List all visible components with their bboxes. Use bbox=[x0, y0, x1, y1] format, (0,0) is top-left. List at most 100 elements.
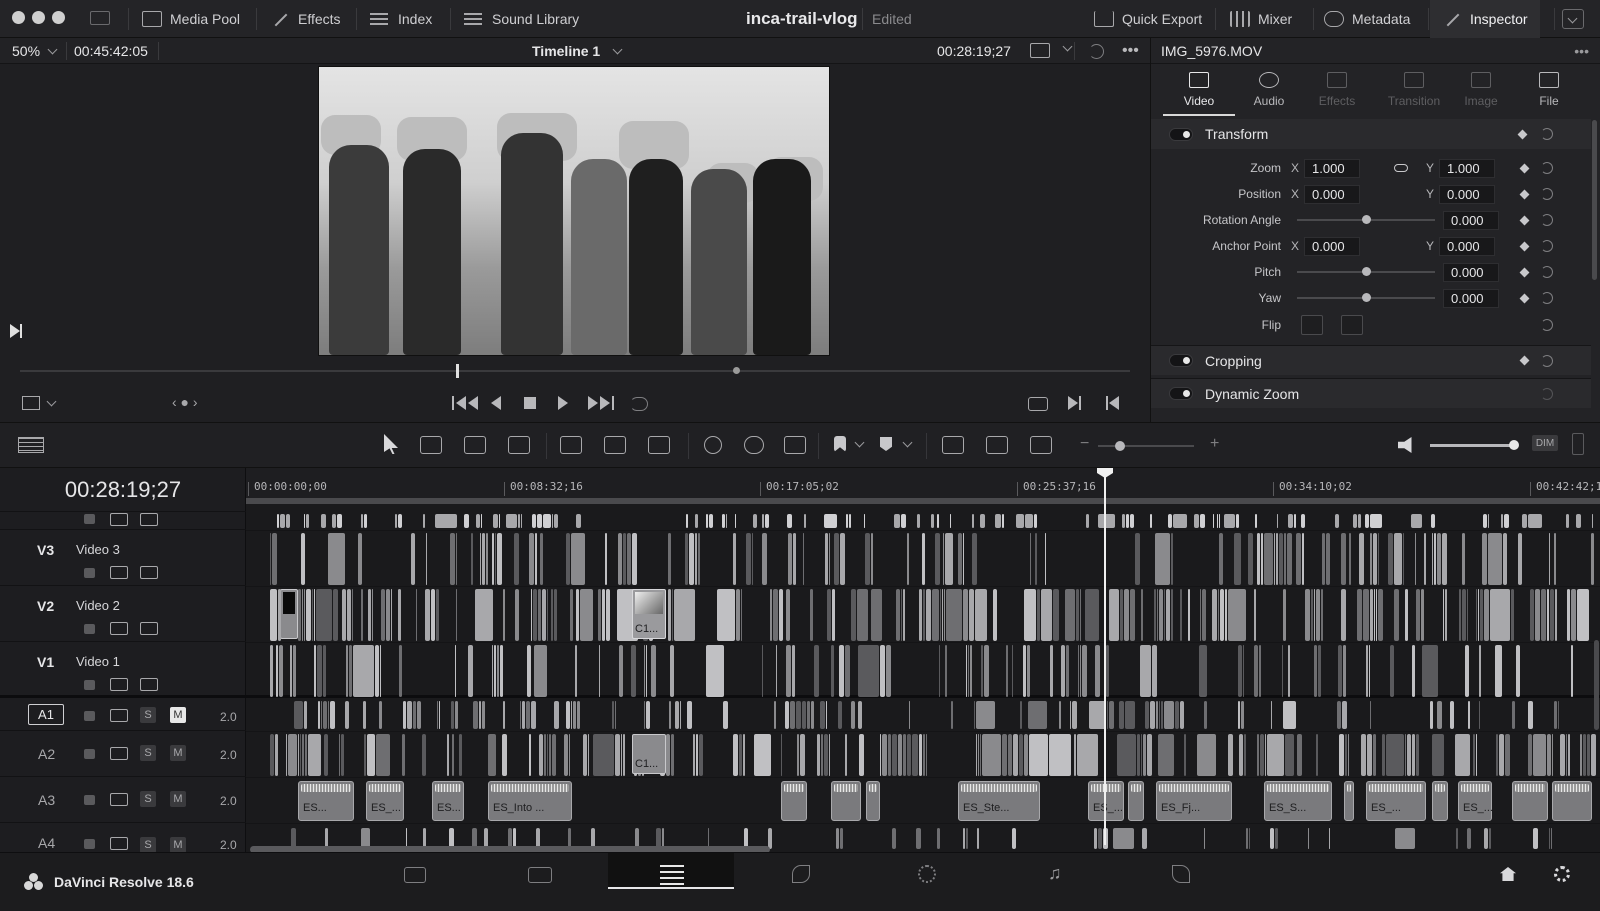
clip-segment[interactable] bbox=[851, 589, 856, 641]
clip-segment[interactable] bbox=[800, 734, 805, 776]
track-visibility-icon[interactable] bbox=[140, 622, 158, 635]
clip-segment[interactable] bbox=[1254, 589, 1256, 641]
solo-button[interactable]: S bbox=[140, 837, 156, 852]
clip-segment[interactable] bbox=[1244, 734, 1246, 776]
clip-segment[interactable] bbox=[580, 589, 593, 641]
clip-segment[interactable] bbox=[1499, 734, 1504, 776]
clip-segment[interactable] bbox=[1142, 828, 1147, 849]
clip-segment[interactable] bbox=[1254, 645, 1258, 697]
clip-segment[interactable] bbox=[423, 514, 425, 528]
clip-segment[interactable] bbox=[824, 734, 828, 776]
zoom-detail-icon[interactable] bbox=[986, 436, 1008, 454]
track-header-a2[interactable]: A2 S M 2.0 bbox=[0, 731, 246, 777]
clip-segment[interactable] bbox=[1455, 734, 1470, 776]
reset-icon[interactable] bbox=[1541, 387, 1553, 400]
track-visibility-icon[interactable] bbox=[140, 566, 158, 579]
clip-segment[interactable] bbox=[270, 645, 273, 697]
tab-audio[interactable]: Audio bbox=[1235, 68, 1303, 112]
audio-clip[interactable] bbox=[831, 781, 861, 821]
clip-segment[interactable] bbox=[1555, 589, 1557, 641]
clip-segment[interactable] bbox=[569, 734, 570, 776]
reset-icon[interactable] bbox=[1541, 188, 1553, 200]
chevron-down-icon[interactable] bbox=[854, 437, 865, 448]
clip-segment[interactable] bbox=[494, 645, 496, 697]
clip-segment[interactable] bbox=[680, 701, 681, 729]
clip-segment[interactable] bbox=[621, 734, 622, 776]
clip-segment[interactable] bbox=[346, 645, 348, 697]
clip-segment[interactable] bbox=[1338, 645, 1342, 697]
clip-segment[interactable] bbox=[926, 589, 931, 641]
mute-button[interactable]: M bbox=[170, 791, 186, 807]
clip-segment[interactable] bbox=[1359, 533, 1364, 585]
clip-segment[interactable] bbox=[1314, 645, 1317, 697]
clip-segment[interactable] bbox=[627, 533, 631, 585]
clip-segment[interactable] bbox=[886, 645, 891, 697]
loop-playback-button[interactable] bbox=[630, 397, 648, 411]
clip-segment[interactable] bbox=[1468, 701, 1470, 729]
previous-edit-button[interactable] bbox=[1106, 396, 1119, 410]
clip-segment[interactable] bbox=[1554, 533, 1556, 585]
clip-segment[interactable] bbox=[1173, 514, 1187, 528]
clip-segment[interactable] bbox=[588, 734, 589, 776]
clip-segment[interactable] bbox=[459, 734, 462, 776]
clip-segment[interactable] bbox=[277, 514, 279, 528]
clip-segment[interactable] bbox=[1006, 645, 1008, 697]
effects-button[interactable]: Effects bbox=[270, 0, 341, 38]
clip-segment[interactable] bbox=[871, 533, 873, 585]
clip-segment[interactable] bbox=[1204, 701, 1207, 729]
keyframe-diamond-icon[interactable] bbox=[1519, 267, 1530, 277]
clip-segment[interactable] bbox=[1421, 589, 1424, 641]
clip-segment[interactable] bbox=[417, 701, 421, 729]
yaw-field[interactable]: 0.000 bbox=[1443, 288, 1499, 308]
clip-segment[interactable] bbox=[1322, 533, 1325, 585]
clip-segment[interactable] bbox=[1412, 645, 1415, 697]
media-pool-button[interactable]: Media Pool bbox=[142, 0, 240, 38]
clip-segment[interactable] bbox=[1376, 589, 1377, 641]
track-header-a4[interactable]: A4 S M 2.0 bbox=[0, 823, 246, 852]
volume-knob[interactable] bbox=[1509, 440, 1519, 450]
tab-image[interactable]: Image bbox=[1447, 68, 1515, 112]
clip-segment[interactable] bbox=[473, 701, 478, 729]
clip-segment[interactable] bbox=[1549, 533, 1550, 585]
clip-segment[interactable] bbox=[1024, 734, 1028, 776]
clip-segment[interactable] bbox=[488, 734, 496, 776]
clip-segment[interactable] bbox=[533, 589, 537, 641]
clip-navigation-control[interactable]: ‹ ● › bbox=[172, 394, 198, 410]
clip-segment[interactable] bbox=[1386, 734, 1404, 776]
clip-segment[interactable] bbox=[1217, 514, 1218, 528]
track-header-v1[interactable]: V1 Video 1 bbox=[0, 642, 246, 698]
chevron-down-icon[interactable] bbox=[1062, 41, 1073, 52]
clip-segment[interactable] bbox=[972, 514, 974, 528]
reset-icon[interactable] bbox=[1541, 266, 1553, 278]
clip-segment[interactable] bbox=[802, 701, 806, 729]
clip-segment[interactable] bbox=[1365, 514, 1369, 528]
clip-segment[interactable] bbox=[1445, 589, 1447, 641]
transform-overlay-icon[interactable] bbox=[22, 396, 40, 410]
track-lane-v4[interactable] bbox=[246, 512, 1600, 530]
clip-segment[interactable] bbox=[880, 734, 881, 776]
clip-segment[interactable] bbox=[831, 645, 834, 697]
lock-icon[interactable] bbox=[84, 795, 95, 805]
clip-segment[interactable] bbox=[1382, 734, 1385, 776]
match-frame-button[interactable] bbox=[1028, 397, 1048, 411]
audio-clip[interactable] bbox=[1432, 781, 1448, 821]
clip-segment[interactable] bbox=[407, 701, 412, 729]
clip-segment[interactable] bbox=[276, 645, 278, 697]
auto-select-icon[interactable] bbox=[110, 622, 128, 635]
clip-segment[interactable] bbox=[456, 589, 457, 641]
linked-selection-icon[interactable] bbox=[744, 436, 764, 454]
clip-segment[interactable] bbox=[1141, 734, 1142, 776]
clip-segment[interactable] bbox=[1403, 533, 1404, 585]
clip-segment[interactable] bbox=[1213, 514, 1214, 528]
clip-segment[interactable] bbox=[1012, 828, 1016, 849]
clip-segment[interactable] bbox=[974, 701, 975, 729]
clip-segment[interactable] bbox=[1370, 589, 1373, 641]
anchor-x-field[interactable]: 0.000 bbox=[1304, 236, 1361, 256]
clip-segment[interactable] bbox=[416, 589, 417, 641]
clip-segment[interactable] bbox=[1465, 645, 1469, 697]
track-header-a1[interactable]: A1 S M 2.0 bbox=[0, 699, 246, 731]
clip-segment[interactable] bbox=[675, 701, 679, 729]
clip-segment[interactable] bbox=[1343, 645, 1346, 697]
clip-segment[interactable] bbox=[552, 734, 556, 776]
clip-segment[interactable] bbox=[919, 589, 922, 641]
